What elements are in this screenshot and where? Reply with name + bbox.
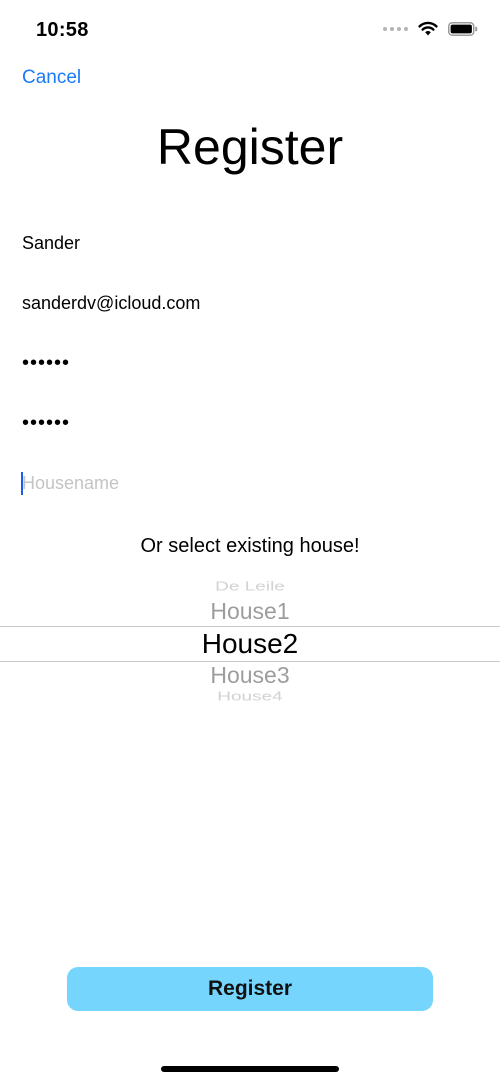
picker-item[interactable]: House3 [0,662,500,689]
housename-field[interactable] [22,463,478,503]
picker-selection-top-line [0,626,500,627]
register-button[interactable]: Register [67,967,433,1011]
status-icons [383,21,478,36]
email-field[interactable] [22,283,478,323]
picker-item[interactable]: House4 [0,689,500,704]
text-cursor [21,472,23,495]
home-indicator[interactable] [161,1066,339,1072]
name-field[interactable] [22,223,478,263]
picker-item-selected[interactable]: House2 [0,628,500,660]
battery-icon [448,21,478,36]
status-bar: 10:58 [0,0,500,60]
password-field[interactable] [22,343,478,383]
signal-dots-icon [383,26,408,31]
house-picker[interactable]: De Leile House1 House2 House3 House4 [0,578,500,704]
picker-item[interactable]: De Leile [0,579,500,594]
select-house-label: Or select existing house! [140,535,360,557]
status-time: 10:58 [36,19,89,41]
picker-item[interactable]: House1 [0,598,500,625]
cancel-button[interactable]: Cancel [22,67,81,89]
confirm-password-field[interactable] [22,403,478,443]
wifi-icon [418,21,438,36]
page-title: Register [156,119,344,175]
